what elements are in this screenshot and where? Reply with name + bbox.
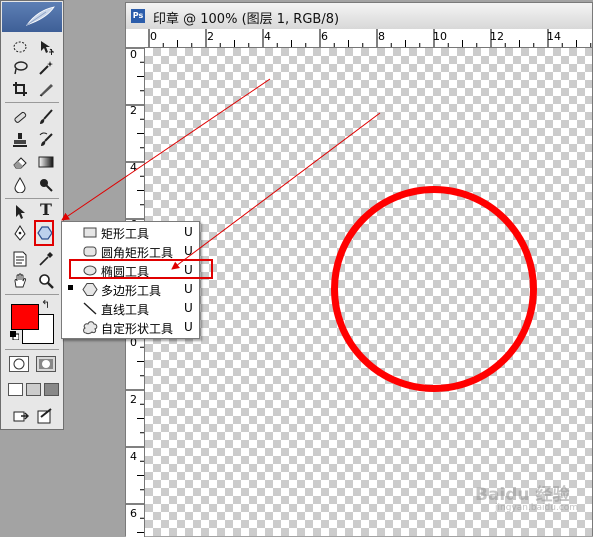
flyout-item-custom-shape-tool[interactable]: 自定形状工具 U bbox=[62, 318, 199, 337]
full-screen-menu-mode-button[interactable] bbox=[26, 383, 41, 396]
ellipse-tool-annotation-box bbox=[69, 259, 213, 279]
crop-icon[interactable] bbox=[9, 79, 31, 98]
imageready-icon[interactable] bbox=[34, 406, 56, 425]
ruler-v-label: 0 bbox=[130, 48, 137, 61]
ruler-h-label: 10 bbox=[433, 30, 447, 43]
ruler-v-label: 2 bbox=[130, 393, 137, 406]
flyout-item-shortcut: U bbox=[184, 282, 193, 296]
clone-stamp-icon[interactable] bbox=[9, 130, 31, 149]
foreground-color-swatch[interactable] bbox=[11, 304, 39, 330]
ruler-h-label: 4 bbox=[264, 30, 271, 43]
ruler-h-label: 0 bbox=[150, 30, 157, 43]
flyout-item-label: 矩形工具 bbox=[101, 227, 150, 241]
move-icon[interactable] bbox=[35, 37, 57, 56]
default-colors-icon[interactable] bbox=[10, 331, 20, 343]
horizontal-ruler-ticks bbox=[148, 29, 592, 47]
active-tool-bullet bbox=[68, 285, 73, 290]
full-screen-mode-button[interactable] bbox=[44, 383, 59, 396]
ruler-h-label: 12 bbox=[490, 30, 504, 43]
zoom-icon[interactable] bbox=[35, 271, 57, 290]
pen-icon[interactable] bbox=[9, 223, 31, 242]
document-title: 印章 @ 100% (图层 1, RGB/8) bbox=[153, 12, 340, 27]
toolbox-separator bbox=[5, 102, 59, 103]
ruler-h-label: 6 bbox=[321, 30, 328, 43]
horizontal-ruler[interactable]: 0 2 4 6 8 10 12 14 bbox=[148, 29, 592, 48]
document-canvas[interactable]: Baidu 经验 jingyan.baidu.com bbox=[145, 48, 592, 536]
watermark-url: jingyan.baidu.com bbox=[495, 503, 579, 513]
flyout-item-shortcut: U bbox=[184, 320, 193, 334]
watermark-text: Baidu 经验 bbox=[475, 485, 570, 505]
toolbox-separator bbox=[5, 294, 59, 295]
flyout-item-label: 直线工具 bbox=[101, 303, 150, 317]
dodge-icon[interactable] bbox=[35, 175, 57, 194]
flyout-item-shortcut: U bbox=[184, 244, 193, 258]
flyout-item-shortcut: U bbox=[184, 225, 193, 239]
eraser-icon[interactable] bbox=[9, 152, 31, 171]
ruler-v-label: 6 bbox=[130, 507, 137, 520]
selected-tool-annotation-box bbox=[34, 220, 54, 246]
polygon-icon bbox=[82, 282, 98, 297]
ruler-origin[interactable] bbox=[126, 29, 149, 48]
standard-screen-mode-button[interactable] bbox=[8, 383, 23, 396]
slice-icon[interactable] bbox=[35, 79, 57, 98]
swap-colors-icon[interactable]: ↰ bbox=[41, 299, 50, 310]
magic-wand-icon[interactable] bbox=[35, 58, 57, 77]
brush-icon[interactable] bbox=[35, 107, 57, 126]
quick-mask-mode-button[interactable] bbox=[36, 356, 56, 372]
marquee-icon[interactable] bbox=[9, 37, 31, 56]
gradient-icon[interactable] bbox=[35, 152, 57, 171]
ruler-v-label: 4 bbox=[130, 161, 137, 174]
shape-tool-flyout-menu: 矩形工具 U 圆角矩形工具 U 椭圆工具 U 多边形工具 U 直线工具 U 自定 bbox=[61, 221, 200, 339]
healing-brush-icon[interactable] bbox=[9, 107, 31, 126]
ruler-v-label: 4 bbox=[130, 450, 137, 463]
flyout-item-shortcut: U bbox=[184, 301, 193, 315]
standard-mode-button[interactable] bbox=[9, 356, 29, 372]
ruler-h-label: 2 bbox=[207, 30, 214, 43]
red-circle-shape[interactable] bbox=[331, 186, 537, 392]
jump-to-imageready-icon[interactable] bbox=[10, 406, 32, 425]
hand-icon[interactable] bbox=[9, 271, 31, 290]
custom-shape-icon bbox=[82, 320, 98, 335]
ruler-h-label: 8 bbox=[378, 30, 385, 43]
type-icon[interactable]: T bbox=[35, 200, 57, 219]
photoshop-doc-icon: Ps bbox=[131, 9, 145, 23]
ruler-h-label: 14 bbox=[547, 30, 561, 43]
history-brush-icon[interactable] bbox=[35, 130, 57, 149]
toolbox-header[interactable] bbox=[2, 2, 62, 32]
lasso-icon[interactable] bbox=[9, 58, 31, 77]
toolbox-separator bbox=[5, 198, 59, 199]
flyout-item-label: 自定形状工具 bbox=[101, 322, 174, 336]
blur-icon[interactable] bbox=[9, 175, 31, 194]
flyout-item-label: 多边形工具 bbox=[101, 284, 162, 298]
toolbox: T ↰ bbox=[0, 0, 64, 430]
flyout-item-line-tool[interactable]: 直线工具 U bbox=[62, 299, 199, 318]
rectangle-icon bbox=[82, 225, 98, 240]
feather-logo-icon bbox=[25, 6, 55, 26]
notes-icon[interactable] bbox=[9, 249, 31, 268]
eyedropper-icon[interactable] bbox=[35, 249, 57, 268]
path-selection-icon[interactable] bbox=[9, 202, 31, 221]
document-titlebar[interactable]: Ps 印章 @ 100% (图层 1, RGB/8) bbox=[126, 3, 592, 30]
toolbox-separator bbox=[5, 349, 59, 350]
flyout-item-polygon-tool[interactable]: 多边形工具 U bbox=[62, 280, 199, 299]
ruler-v-label: 2 bbox=[130, 104, 137, 117]
rounded-rectangle-icon bbox=[82, 244, 98, 259]
flyout-item-rectangle-tool[interactable]: 矩形工具 U bbox=[62, 223, 199, 242]
line-icon bbox=[82, 301, 98, 316]
